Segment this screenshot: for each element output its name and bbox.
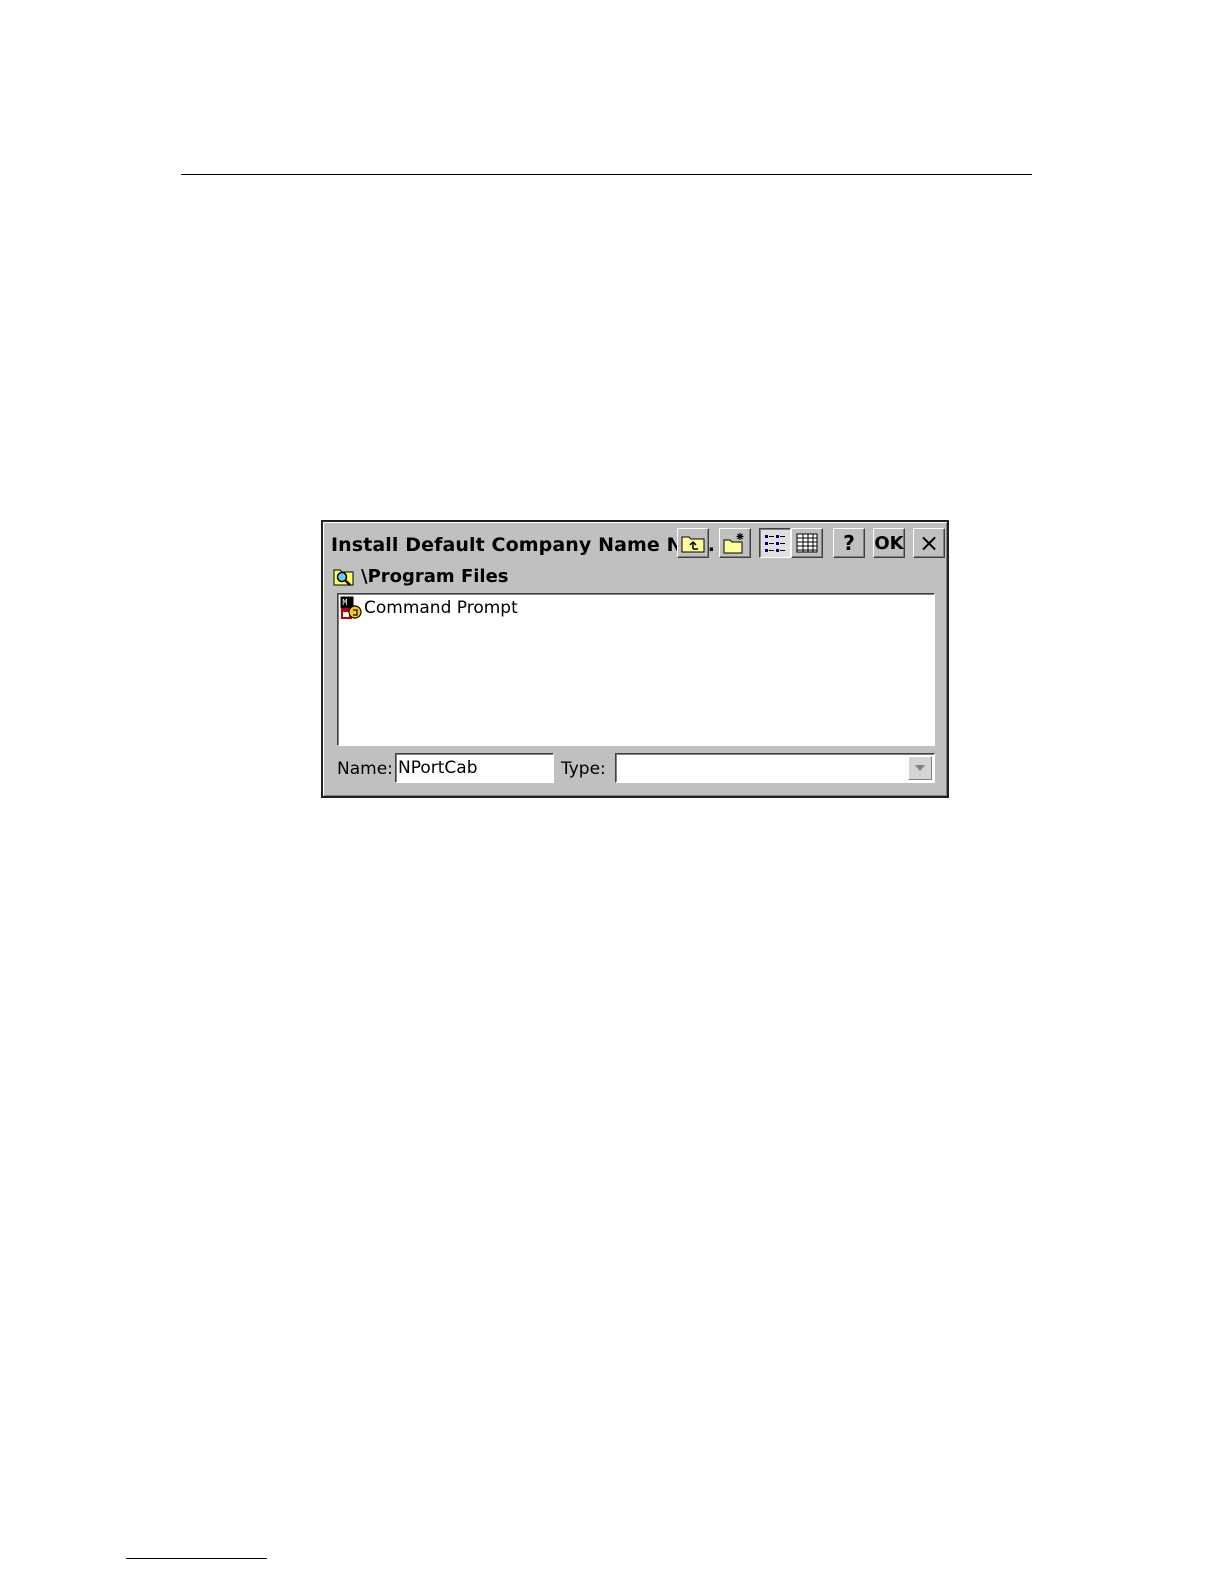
current-path-text: \Program Files [361, 565, 509, 587]
file-list[interactable]: M Command Prompt [337, 593, 935, 746]
new-folder-icon [723, 533, 744, 554]
help-button[interactable]: ? [833, 528, 865, 558]
close-button[interactable]: × [913, 528, 945, 558]
up-folder-button[interactable] [677, 528, 709, 558]
type-select[interactable] [615, 753, 935, 783]
install-file-dialog: Install Default Company Name NP... ? OK … [321, 520, 949, 798]
ok-button[interactable]: OK [873, 528, 905, 558]
name-label: Name: [337, 759, 393, 779]
svg-text:M: M [343, 598, 348, 607]
current-path: \Program Files [333, 563, 509, 589]
name-field[interactable] [395, 753, 554, 783]
list-item-label: Command Prompt [364, 598, 518, 618]
chevron-down-icon [915, 765, 925, 771]
type-dropdown-button[interactable] [908, 756, 932, 780]
ok-label: OK [874, 532, 904, 554]
dialog-title: Install Default Company Name NP... [331, 534, 716, 556]
list-view-icon [765, 535, 785, 552]
up-folder-icon [681, 536, 705, 553]
page-bottom-rule [126, 1558, 267, 1559]
list-item[interactable]: M Command Prompt [340, 596, 518, 620]
command-prompt-icon: M [340, 596, 362, 619]
details-view-button[interactable] [791, 528, 823, 558]
search-folder-icon [333, 569, 354, 586]
details-view-icon [796, 533, 818, 553]
help-label: ? [843, 531, 855, 555]
list-view-button[interactable] [759, 528, 791, 558]
close-icon: × [918, 529, 940, 557]
type-label: Type: [561, 759, 606, 779]
page-top-rule [181, 174, 1032, 175]
new-folder-button[interactable] [719, 528, 751, 558]
